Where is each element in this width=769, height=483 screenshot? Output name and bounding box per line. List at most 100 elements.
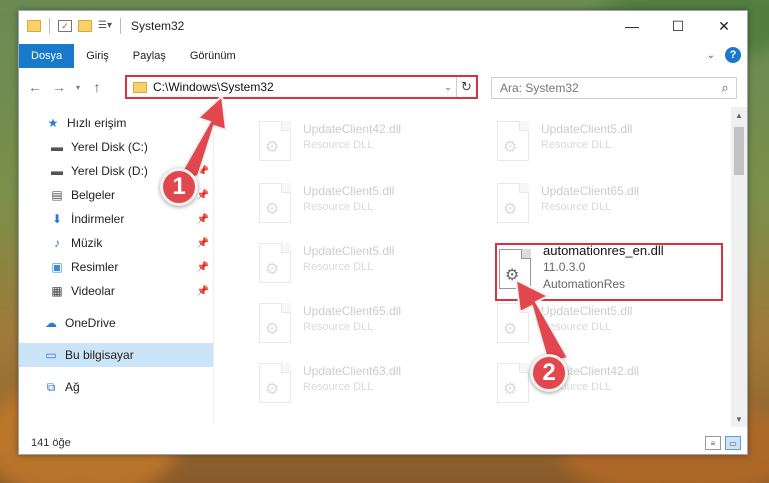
pin-icon[interactable]: 📌 (197, 190, 209, 201)
sidebar-item-network[interactable]: ⧉ Ağ (19, 375, 213, 399)
scrollbar-thumb[interactable] (734, 127, 744, 175)
vertical-scrollbar[interactable]: ▲ ▼ (731, 107, 747, 427)
sidebar-item-downloads[interactable]: ⬇ İndirmeler 📌 (19, 207, 213, 231)
folder-icon (133, 81, 147, 93)
file-tile[interactable]: ⚙ UpdateClient5.dll Resource DLL (259, 177, 489, 233)
cloud-icon: ☁ (45, 316, 57, 330)
file-type: Resource DLL (303, 381, 374, 393)
tab-view[interactable]: Görünüm (178, 44, 248, 68)
file-tile[interactable]: ⚙ UpdateClient42.dll Resource DLL (259, 115, 489, 171)
forward-arrow-icon[interactable]: → (47, 75, 71, 99)
ribbon-tabs: Dosya Giriş Paylaş Görünüm ⌄ ? (19, 44, 747, 68)
new-folder-icon[interactable] (78, 20, 92, 32)
pin-icon[interactable]: 📌 (197, 238, 209, 249)
close-button[interactable]: ✕ (701, 11, 747, 41)
pin-icon[interactable]: 📌 (197, 214, 209, 225)
file-name: UpdateClient63.dll (303, 364, 402, 378)
sidebar-item-videos[interactable]: ▦ Videolar 📌 (19, 279, 213, 303)
window-title: System32 (131, 19, 185, 33)
sidebar-item-label: Bu bilgisayar (65, 348, 134, 362)
network-icon: ⧉ (46, 380, 56, 394)
dll-file-icon: ⚙ (259, 121, 291, 161)
status-bar: 141 öğe ≡ ▭ (19, 432, 747, 454)
sidebar-item-label: Videolar (71, 284, 115, 298)
tab-home[interactable]: Giriş (74, 44, 121, 68)
file-tile[interactable]: ⚙ UpdateClient5.dll Resource DLL (497, 115, 727, 171)
separator (120, 18, 121, 34)
sidebar-item-label: Müzik (71, 236, 103, 250)
customize-toolbar-icon[interactable]: ☰▾ (98, 20, 112, 32)
gear-icon: ⚙ (265, 201, 280, 218)
search-input[interactable]: Ara: System32 (500, 81, 714, 95)
sidebar-item-music[interactable]: ♪ Müzik 📌 (19, 231, 213, 255)
search-icon[interactable]: ⌕ (714, 80, 736, 96)
back-arrow-icon[interactable]: ← (23, 75, 47, 99)
properties-icon[interactable]: ✓ (58, 20, 72, 32)
file-tile[interactable]: ⚙ UpdateClient5.dll Resource DLL (497, 297, 727, 353)
scroll-down-arrow-icon[interactable]: ▼ (731, 411, 747, 427)
music-icon: ♪ (54, 236, 60, 250)
recent-locations-chevron-icon[interactable]: ▾ (71, 75, 85, 99)
sidebar-item-label: Hızlı erişim (67, 116, 127, 130)
dll-file-icon: ⚙ (497, 183, 529, 223)
address-bar[interactable]: C:\Windows\System32 ⌄ ↻ (125, 75, 478, 99)
gear-icon: ⚙ (265, 381, 280, 398)
file-type: Resource DLL (541, 201, 612, 213)
drive-icon: ▬ (51, 164, 63, 178)
file-list: ⚙ UpdateClient42.dll Resource DLL ⚙ Updat… (219, 107, 729, 427)
sidebar-item-disk-c[interactable]: ▬ Yerel Disk (C:) 📌 (19, 135, 213, 159)
sidebar-item-label: Yerel Disk (D:) (71, 164, 148, 178)
gear-icon: ⚙ (265, 261, 280, 278)
pin-icon[interactable]: 📌 (197, 166, 209, 177)
dll-file-icon: ⚙ (259, 243, 291, 283)
gear-icon: ⚙ (265, 321, 280, 338)
explorer-window: ✓ ☰▾ System32 — ☐ ✕ Dosya Giriş Paylaş G… (18, 10, 748, 455)
step-badge-2: 2 (530, 354, 568, 392)
star-icon: ★ (47, 116, 59, 130)
minimize-button[interactable]: — (609, 11, 655, 41)
dll-file-icon: ⚙ (259, 303, 291, 343)
file-tile[interactable]: ⚙ UpdateClient63.dll Resource DLL (259, 357, 489, 413)
maximize-button[interactable]: ☐ (655, 11, 701, 41)
sidebar-item-this-pc[interactable]: ▭ Bu bilgisayar (19, 343, 213, 367)
file-type: Resource DLL (303, 201, 374, 213)
refresh-icon[interactable]: ↻ (456, 77, 476, 97)
address-dropdown-chevron-icon[interactable]: ⌄ (440, 82, 456, 93)
help-icon[interactable]: ? (725, 47, 741, 63)
download-icon: ⬇ (51, 212, 63, 226)
file-tile[interactable]: ⚙ UpdateClient5.dll Resource DLL (259, 237, 489, 293)
scroll-up-arrow-icon[interactable]: ▲ (731, 107, 747, 123)
file-tile[interactable]: ⚙ UpdateClient65.dll Resource DLL (259, 297, 489, 353)
pin-icon[interactable]: 📌 (197, 286, 209, 297)
tab-share[interactable]: Paylaş (121, 44, 178, 68)
pin-icon[interactable]: 📌 (197, 262, 209, 273)
sidebar-item-label: OneDrive (65, 316, 116, 330)
gear-icon: ⚙ (503, 381, 518, 398)
tab-file[interactable]: Dosya (19, 44, 75, 68)
up-arrow-icon[interactable]: ↑ (85, 75, 109, 99)
separator (49, 18, 50, 34)
gear-icon: ⚙ (503, 321, 518, 338)
address-text[interactable]: C:\Windows\System32 (153, 80, 440, 94)
documents-icon: ▤ (51, 188, 63, 202)
sidebar-item-quick-access[interactable]: ★ Hızlı erişim (19, 111, 213, 135)
pin-icon[interactable]: 📌 (197, 142, 209, 153)
folder-icon (27, 20, 41, 32)
view-toggle: ≡ ▭ (705, 436, 741, 450)
sidebar-item-onedrive[interactable]: ☁ OneDrive (19, 311, 213, 335)
file-type: Resource DLL (541, 139, 612, 151)
file-type: Resource DLL (303, 139, 374, 151)
file-name: UpdateClient5.dll (541, 122, 633, 136)
file-tile[interactable]: ⚙ UpdateClient65.dll Resource DLL (497, 177, 727, 233)
search-box[interactable]: Ara: System32 ⌕ (491, 77, 737, 99)
expand-ribbon-chevron-icon[interactable]: ⌄ (707, 50, 715, 61)
computer-icon: ▭ (45, 348, 57, 362)
tiles-view-icon[interactable]: ▭ (725, 436, 741, 450)
sidebar-item-pictures[interactable]: ▣ Resimler 📌 (19, 255, 213, 279)
sidebar-item-label: Belgeler (71, 188, 116, 202)
details-view-icon[interactable]: ≡ (705, 436, 721, 450)
sidebar-item-label: İndirmeler (71, 212, 125, 226)
navigation-pane: ★ Hızlı erişim ▬ Yerel Disk (C:) 📌 ▬ Yer… (19, 111, 213, 431)
dll-file-icon: ⚙ (259, 183, 291, 223)
gear-icon: ⚙ (503, 201, 518, 218)
